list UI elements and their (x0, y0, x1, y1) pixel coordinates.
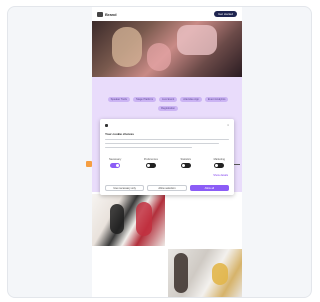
dialog-actions: Use necessary only Allow selection Allow… (105, 185, 229, 191)
content-image-1 (92, 194, 165, 246)
necessary-switch[interactable] (110, 163, 121, 168)
toggle-preferences: Preferences (144, 158, 158, 168)
dialog-text-line (105, 138, 229, 140)
allow-selection-button[interactable]: Allow selection (147, 185, 187, 191)
brand-icon (105, 123, 108, 127)
hero-image (92, 21, 242, 77)
logo-text: Brand (105, 11, 117, 17)
toggle-label: Necessary (109, 158, 122, 161)
tag-chip[interactable]: Stage Platform (132, 97, 157, 102)
content-image-2 (168, 249, 242, 297)
statistics-switch[interactable] (180, 163, 191, 168)
dialog-text-line (105, 146, 192, 148)
toggle-marketing: Marketing (214, 158, 225, 168)
image-figure-4 (212, 263, 228, 285)
allow-all-button[interactable]: Allow all (189, 185, 229, 191)
nav-cta-button[interactable]: Get started (214, 11, 237, 17)
image-figure-3 (174, 253, 188, 293)
tag-chip[interactable]: Attendee App (180, 97, 202, 102)
dialog-title: Your cookie choices (105, 132, 134, 136)
marketing-switch[interactable] (214, 163, 225, 168)
tag-chip[interactable]: Registration (158, 106, 178, 111)
side-dash (234, 164, 240, 165)
dialog-text-line (105, 142, 220, 144)
tag-list: Speaker Tools Stage Platform Live Event … (107, 97, 229, 111)
logo[interactable]: Brand (97, 11, 117, 17)
image-figure-1 (110, 204, 124, 234)
toggle-necessary: Necessary (109, 158, 121, 168)
hero-figure-3 (177, 25, 217, 55)
toggle-label: Marketing (213, 158, 225, 161)
cookie-toggles: Necessary Preferences Statistics Marketi… (105, 158, 229, 168)
close-icon[interactable]: × (227, 123, 229, 127)
deny-button[interactable]: Use necessary only (105, 185, 145, 191)
toggle-label: Statistics (180, 158, 191, 161)
hero-figure-1 (112, 27, 142, 67)
cookie-consent-dialog: × Your cookie choices Necessary Preferen… (100, 119, 234, 195)
preferences-switch[interactable] (145, 163, 156, 168)
image-figure-2 (136, 202, 152, 236)
tag-chip[interactable]: Speaker Tools (107, 97, 130, 102)
toggle-label: Preferences (143, 158, 158, 161)
tag-chip[interactable]: Event Analytics (204, 97, 229, 102)
side-marker (86, 161, 92, 167)
toggle-statistics: Statistics (181, 158, 191, 168)
top-nav: Brand Get started (92, 7, 242, 21)
logo-icon (97, 11, 103, 17)
tag-chip[interactable]: Live Event (159, 97, 178, 102)
page-preview: Brand Get started Speaker Tools Stage Pl… (92, 7, 242, 297)
show-details-link[interactable]: Show details (213, 174, 228, 177)
hero-figure-2 (147, 43, 171, 71)
